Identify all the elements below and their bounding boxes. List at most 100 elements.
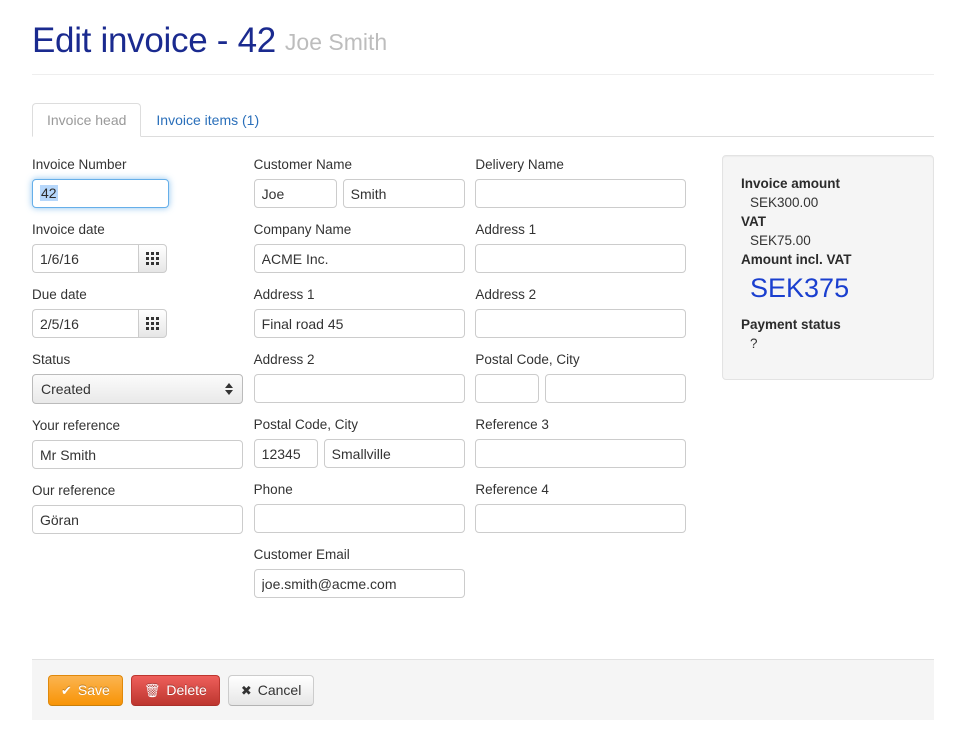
tab-invoice-head-label: Invoice head [47,112,127,128]
cancel-button[interactable]: ✖ Cancel [227,674,315,706]
invoice-number-input-wrap: 42 [32,179,169,208]
field-delivery-postal-city: Postal Code, City [475,350,697,403]
save-button-label: Save [77,682,110,698]
delete-button-label: Delete [166,682,207,698]
your-reference-input[interactable] [32,440,243,469]
delivery-city-input[interactable] [545,374,687,403]
invoice-number-value: 42 [40,185,58,201]
field-invoice-date: Invoice date [32,220,254,273]
delivery-address-2-input[interactable] [475,309,687,338]
invoice-form: Invoice Number 42 Invoice date D [32,155,935,610]
tab-invoice-head[interactable]: Invoice head [32,103,142,137]
page-title: Edit invoice - 42 [32,21,276,60]
invoice-date-input[interactable] [32,244,138,273]
form-column-middle: Customer Name Company Name Address 1 Add… [253,155,476,610]
field-reference-4: Reference 4 [475,480,697,533]
delivery-postal-city-label: Postal Code, City [475,352,580,367]
customer-first-name-input[interactable] [253,179,337,208]
calendar-icon[interactable] [138,309,167,338]
your-reference-label: Your reference [32,418,121,433]
delivery-address-1-label: Address 1 [475,222,537,237]
invoice-number-label: Invoice Number [32,157,127,172]
customer-address-2-input[interactable] [253,374,465,403]
invoice-amount-value: SEK300.00 [750,195,819,210]
field-invoice-number: Invoice Number 42 [32,155,254,208]
due-date-group [32,309,254,338]
due-date-label: Due date [32,287,87,302]
customer-postal-code-input[interactable] [253,439,318,468]
field-due-date: Due date [32,285,254,338]
invoice-date-group [32,244,254,273]
page-subtitle: Joe Smith [284,29,388,55]
delivery-address-2-label: Address 2 [475,287,537,302]
field-phone: Phone [253,480,476,533]
reference-4-input[interactable] [475,504,687,533]
payment-status-label: Payment status [741,317,841,332]
status-select[interactable]: Created [32,374,243,404]
customer-address-2-label: Address 2 [253,352,315,367]
calendar-grid-glyph [146,252,159,265]
invoice-summary-panel: Invoice amount SEK300.00 VAT SEK75.00 Am… [722,155,935,380]
trash-icon: 🗑 [143,682,161,698]
form-action-bar: ✔ Save 🗑 Delete ✖ Cancel [32,659,934,720]
field-status: Status Created [32,350,254,404]
reference-3-input[interactable] [475,439,687,468]
phone-label: Phone [253,482,293,497]
tab-invoice-items-label: Invoice items (1) [156,112,260,128]
customer-email-input[interactable] [253,569,465,598]
invoice-amount-label: Invoice amount [741,176,841,191]
company-name-input[interactable] [253,244,465,273]
customer-last-name-input[interactable] [342,179,465,208]
field-reference-3: Reference 3 [475,415,697,468]
field-customer-email: Customer Email [253,545,476,598]
reference-3-label: Reference 3 [475,417,549,432]
delivery-postal-code-input[interactable] [475,374,540,403]
tab-invoice-items[interactable]: Invoice items (1) [141,103,274,137]
customer-name-label: Customer Name [253,157,352,172]
field-delivery-address-1: Address 1 [475,220,697,273]
field-customer-name: Customer Name [253,155,476,208]
payment-status-value: ? [750,336,758,351]
customer-postal-city-label: Postal Code, City [253,417,358,432]
vat-value: SEK75.00 [750,233,811,248]
invoice-date-label: Invoice date [32,222,105,237]
vat-label: VAT [741,214,767,229]
save-button[interactable]: ✔ Save [48,674,123,706]
delivery-name-input[interactable] [475,179,687,208]
field-customer-address-2: Address 2 [253,350,476,403]
field-delivery-name: Delivery Name [475,155,697,208]
delete-button[interactable]: 🗑 Delete [130,674,220,706]
reference-4-label: Reference 4 [475,482,549,497]
field-customer-postal-city: Postal Code, City [253,415,476,468]
tab-bar: Invoice head Invoice items (1) [32,103,934,137]
invoice-number-input[interactable]: 42 [32,179,169,208]
customer-address-1-label: Address 1 [253,287,315,302]
customer-address-1-input[interactable] [253,309,465,338]
cancel-button-label: Cancel [257,682,302,698]
calendar-icon[interactable] [138,244,167,273]
company-name-label: Company Name [253,222,352,237]
page-header: Edit invoice - 42 Joe Smith [32,20,934,75]
customer-city-input[interactable] [323,439,465,468]
field-our-reference: Our reference [32,481,254,534]
our-reference-input[interactable] [32,505,243,534]
check-icon: ✔ [61,682,72,698]
delivery-address-1-input[interactable] [475,244,687,273]
calendar-grid-glyph [146,317,159,330]
form-column-right: Delivery Name Address 1 Address 2 Postal… [475,155,697,610]
form-column-left: Invoice Number 42 Invoice date D [32,155,254,610]
invoice-edit-page: Edit invoice - 42 Joe Smith Invoice head … [0,0,969,751]
close-icon: ✖ [240,682,252,698]
phone-input[interactable] [253,504,465,533]
summary-column: Invoice amount SEK300.00 VAT SEK75.00 Am… [722,155,935,610]
field-delivery-address-2: Address 2 [475,285,697,338]
our-reference-label: Our reference [32,483,116,498]
field-your-reference: Your reference [32,416,254,469]
due-date-input[interactable] [32,309,138,338]
chevron-updown-icon [225,383,233,395]
field-customer-address-1: Address 1 [253,285,476,338]
amount-incl-vat-label: Amount incl. VAT [741,252,852,267]
delivery-name-label: Delivery Name [475,157,564,172]
status-label: Status [32,352,71,367]
field-company-name: Company Name [253,220,476,273]
